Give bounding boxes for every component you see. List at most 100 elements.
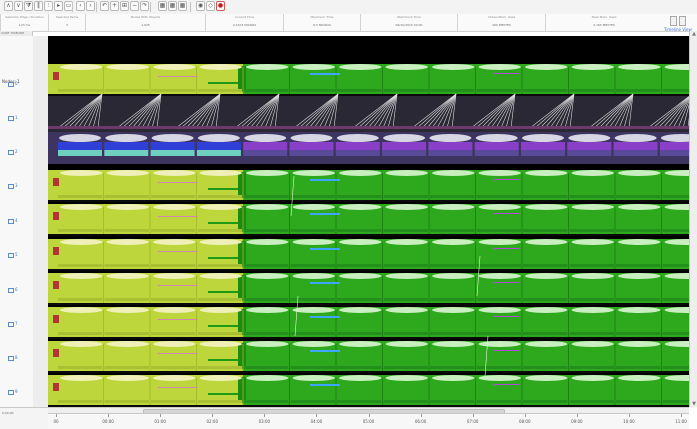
- tile-base: [58, 366, 103, 369]
- tile-cap: [292, 64, 335, 70]
- collapse-all-button[interactable]: ∧: [4, 1, 13, 11]
- tile-cap: [432, 307, 475, 313]
- grid-c-button[interactable]: ▦: [178, 1, 187, 11]
- tile-base: [290, 332, 335, 335]
- tile-cap: [106, 64, 149, 70]
- tile-cap: [60, 239, 103, 245]
- record-step-icon: ▸: [56, 2, 60, 9]
- status-cell-value: 1,025: [141, 23, 150, 27]
- tile-base: [104, 298, 149, 301]
- bookmark-button[interactable]: ◇: [206, 1, 215, 11]
- tile-cap: [618, 64, 661, 70]
- tile-base: [383, 400, 428, 403]
- eye-button[interactable]: ◉: [196, 1, 205, 11]
- tree-row-7[interactable]: 7: [8, 321, 18, 327]
- tile-base: [197, 89, 242, 92]
- vertical-scrollbar[interactable]: ▲ ▼: [689, 31, 697, 407]
- tile-base: [58, 264, 103, 267]
- blue-band-lower: [289, 150, 334, 156]
- next-button[interactable]: ›: [86, 1, 95, 11]
- axis-tick: [628, 414, 630, 417]
- node-icon: [8, 389, 14, 395]
- main-toolbar: ∧ ∨ ⧩ ‖ ⫶ ▸ ▭ ‹ › ↶ + ⊞ − ↷ ▦ ▦ ▦ ◉ ◇ ●: [0, 0, 697, 15]
- tile-base: [58, 229, 103, 232]
- tile-cap: [60, 170, 103, 176]
- zoom-fit-button[interactable]: ⊞: [120, 1, 129, 11]
- tree-row-4[interactable]: 4: [8, 218, 18, 224]
- tile-cap: [571, 64, 614, 70]
- tile-base: [244, 229, 289, 232]
- panel-toggle-button[interactable]: [670, 16, 677, 26]
- axis-tick: [420, 414, 422, 417]
- tile-cap: [618, 204, 661, 210]
- record-step-button[interactable]: ▸: [54, 1, 63, 11]
- tile-cap: [571, 273, 614, 279]
- phase-boundary: [238, 66, 246, 92]
- tree-row-3[interactable]: 3: [8, 183, 18, 189]
- tile-cap: [571, 170, 614, 176]
- tree-row-1[interactable]: 1: [8, 115, 18, 121]
- record-button[interactable]: ●: [216, 1, 225, 11]
- tile-base: [569, 332, 614, 335]
- blue-band-cap: [475, 134, 518, 142]
- tile-cap: [153, 273, 196, 279]
- tile-base: [151, 332, 196, 335]
- tile-base: [569, 264, 614, 267]
- timeline-svg: [48, 36, 689, 407]
- tile-cap: [292, 204, 335, 210]
- axis-tick-label: 10:00: [623, 419, 635, 424]
- tree-row-0[interactable]: 0: [8, 81, 18, 87]
- grid-a-button[interactable]: ▦: [158, 1, 167, 11]
- tree-row-9[interactable]: 9: [8, 389, 18, 395]
- tile-base: [430, 298, 475, 301]
- tree-row-label: 2: [15, 149, 18, 154]
- tree-row-2[interactable]: 2: [8, 149, 18, 155]
- step-button[interactable]: ⫶: [44, 1, 53, 11]
- zoom-fit-icon: ⊞: [121, 2, 128, 9]
- zoom-in-button[interactable]: +: [110, 1, 119, 11]
- pause-button[interactable]: ‖: [34, 1, 43, 11]
- redo-zoom-button[interactable]: ↷: [140, 1, 149, 11]
- tree-row-8[interactable]: 8: [8, 355, 18, 361]
- green-mini-bar: [208, 291, 238, 293]
- blue-band-cap: [105, 134, 148, 142]
- blue-band-bar: [150, 142, 195, 150]
- tile-base: [197, 229, 242, 232]
- timeline-view-link[interactable]: Timeline View: [664, 27, 692, 32]
- zoom-out-button[interactable]: −: [130, 1, 139, 11]
- expand-all-button[interactable]: ∨: [14, 1, 23, 11]
- panel-close-button[interactable]: [679, 16, 686, 26]
- tile-base: [337, 195, 382, 198]
- tile-base: [430, 89, 475, 92]
- pink-mini-bar: [158, 76, 198, 77]
- tree-row-5[interactable]: 5: [8, 252, 18, 258]
- tile-cap: [106, 307, 149, 313]
- undo-zoom-button[interactable]: ↶: [100, 1, 109, 11]
- filter-button[interactable]: ⧩: [24, 1, 33, 11]
- tile-base: [197, 332, 242, 335]
- green-mini-bar: [208, 188, 238, 190]
- tree-row-label: 0: [15, 81, 18, 86]
- tree-row-6[interactable]: 6: [8, 287, 18, 293]
- tile-base: [476, 264, 521, 267]
- timeline-chart[interactable]: [48, 36, 689, 407]
- status-cell: Selection Edge / Duration 123 ms: [0, 14, 48, 31]
- tile-cap: [525, 64, 568, 70]
- blue-band-lower: [382, 150, 427, 156]
- tile-base: [523, 298, 568, 301]
- scroll-down-icon[interactable]: ▼: [691, 401, 697, 407]
- red-marker: [53, 315, 59, 323]
- next-icon: ›: [89, 2, 92, 9]
- prev-button[interactable]: ‹: [76, 1, 85, 11]
- tile-base: [290, 264, 335, 267]
- green-mini-bar: [208, 222, 238, 224]
- purple-mini-bar: [493, 248, 519, 249]
- tile-cap: [478, 170, 521, 176]
- grid-b-button[interactable]: ▦: [168, 1, 177, 11]
- purple-mini-bar: [493, 384, 519, 385]
- tile-cap: [199, 375, 242, 381]
- red-marker: [53, 349, 59, 357]
- scroll-up-icon[interactable]: ▲: [691, 31, 697, 37]
- blue-band-cap: [429, 134, 472, 142]
- blue-band-lower: [428, 150, 473, 156]
